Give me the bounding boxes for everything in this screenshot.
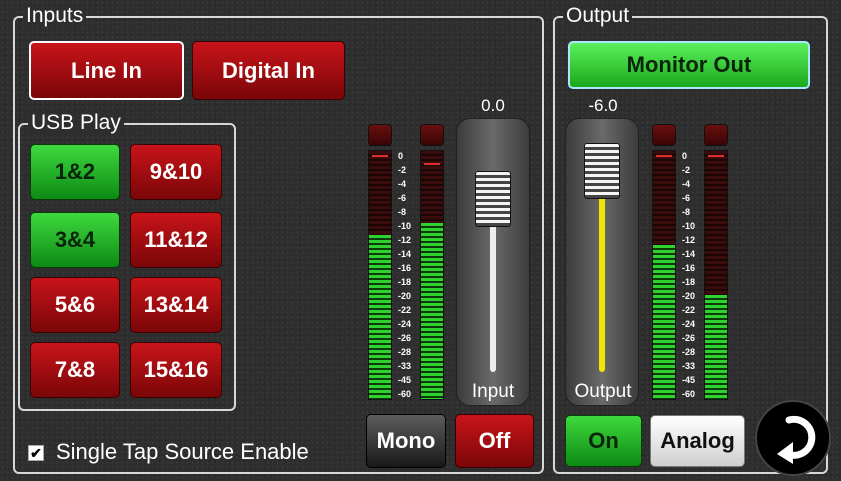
- meter-scale-tick: -20: [398, 291, 412, 301]
- input-right-peak-marker: [424, 163, 440, 165]
- meter-scale-tick: -20: [682, 291, 696, 301]
- usb-play-button-11-12[interactable]: 11&12: [130, 212, 222, 268]
- meter-scale-tick: -18: [398, 277, 412, 287]
- meter-scale-tick: -4: [682, 179, 691, 189]
- input-right-meter-fill: [421, 222, 443, 399]
- meter-scale-tick: -33: [398, 361, 412, 371]
- output-fader-slot: [599, 171, 605, 372]
- meter-scale-tick: -2: [682, 165, 691, 175]
- output-left-peak-marker: [656, 155, 672, 157]
- output-title: Output: [563, 5, 633, 27]
- return-arrow-icon: [777, 415, 816, 464]
- meter-scale-tick: 0: [682, 151, 688, 161]
- meter-scale-tick: -12: [398, 235, 412, 245]
- output-right-meter-fill: [705, 294, 727, 399]
- meter-scale-tick: -4: [398, 179, 407, 189]
- meter-scale-tick: -28: [398, 347, 412, 357]
- meter-scale-tick: -10: [682, 221, 696, 231]
- input-left-clip-indicator: [368, 124, 392, 146]
- meter-scale-tick: -8: [398, 207, 407, 217]
- monitor-out-button[interactable]: Monitor Out: [568, 41, 810, 89]
- input-left-meter-fill: [369, 235, 391, 399]
- meter-scale-tick: -24: [682, 319, 696, 329]
- output-fader-value: -6.0: [588, 96, 618, 115]
- usb-play-button-3-4[interactable]: 3&4: [30, 212, 120, 268]
- input-right-meter: [420, 150, 444, 400]
- usb-play-title: USB Play: [28, 112, 124, 134]
- inputs-title: Inputs: [23, 5, 87, 27]
- meter-scale-tick: -16: [398, 263, 412, 273]
- input-fader-value: 0.0: [481, 96, 505, 115]
- meter-scale-tick: -14: [682, 249, 696, 259]
- meter-scale-tick: 0: [398, 151, 404, 161]
- meter-scale-tick: -45: [398, 375, 412, 385]
- meter-scale-tick: -2: [398, 165, 407, 175]
- digital-in-button[interactable]: Digital In: [192, 41, 345, 100]
- output-right-clip-indicator: [704, 124, 728, 146]
- input-left-meter: [368, 150, 392, 400]
- output-left-meter: [652, 150, 676, 400]
- back-button[interactable]: [755, 400, 831, 476]
- line-in-button[interactable]: Line In: [29, 41, 184, 100]
- meter-scale-tick: -24: [398, 319, 412, 329]
- output-fader-label: Output: [574, 381, 632, 402]
- single-tap-label[interactable]: Single Tap Source Enable: [56, 439, 309, 465]
- meter-scale-tick: -22: [682, 305, 696, 315]
- output-on-button[interactable]: On: [565, 415, 642, 467]
- usb-play-button-9-10[interactable]: 9&10: [130, 144, 222, 200]
- meter-scale-tick: -6: [682, 193, 691, 203]
- meter-scale-tick: -12: [682, 235, 696, 245]
- meter-scale-tick: -18: [682, 277, 696, 287]
- meter-scale-tick: -26: [398, 333, 412, 343]
- usb-play-button-7-8[interactable]: 7&8: [30, 342, 120, 398]
- usb-play-button-15-16[interactable]: 15&16: [130, 342, 222, 398]
- usb-play-button-1-2[interactable]: 1&2: [30, 144, 120, 200]
- meter-scale-tick: -14: [398, 249, 412, 259]
- meter-scale-tick: -45: [682, 375, 696, 385]
- input-fader-knob[interactable]: [475, 170, 511, 227]
- output-right-meter: [704, 150, 728, 400]
- output-left-meter-fill: [653, 245, 675, 399]
- meter-scale-tick: -26: [682, 333, 696, 343]
- input-left-peak-marker: [372, 155, 388, 157]
- meter-scale-tick: -60: [398, 389, 412, 399]
- output-fader-knob[interactable]: [584, 143, 620, 200]
- single-tap-checkbox[interactable]: ✔: [28, 445, 44, 461]
- input-right-clip-indicator: [420, 124, 444, 146]
- mono-button[interactable]: Mono: [366, 414, 446, 468]
- input-fader-label: Input: [471, 381, 515, 402]
- output-right-peak-marker: [708, 155, 724, 157]
- usb-play-button-13-14[interactable]: 13&14: [130, 277, 222, 333]
- meter-scale-tick: -10: [398, 221, 412, 231]
- output-left-clip-indicator: [652, 124, 676, 146]
- meter-scale-tick: -33: [682, 361, 696, 371]
- meter-scale-tick: -60: [682, 389, 696, 399]
- meter-scale-tick: -22: [398, 305, 412, 315]
- input-off-button[interactable]: Off: [455, 414, 534, 468]
- meter-scale-tick: -8: [682, 207, 691, 217]
- analog-button[interactable]: Analog: [650, 415, 745, 467]
- usb-play-button-5-6[interactable]: 5&6: [30, 277, 120, 333]
- meter-scale-tick: -28: [682, 347, 696, 357]
- meter-scale-tick: -16: [682, 263, 696, 273]
- meter-scale-tick: -6: [398, 193, 407, 203]
